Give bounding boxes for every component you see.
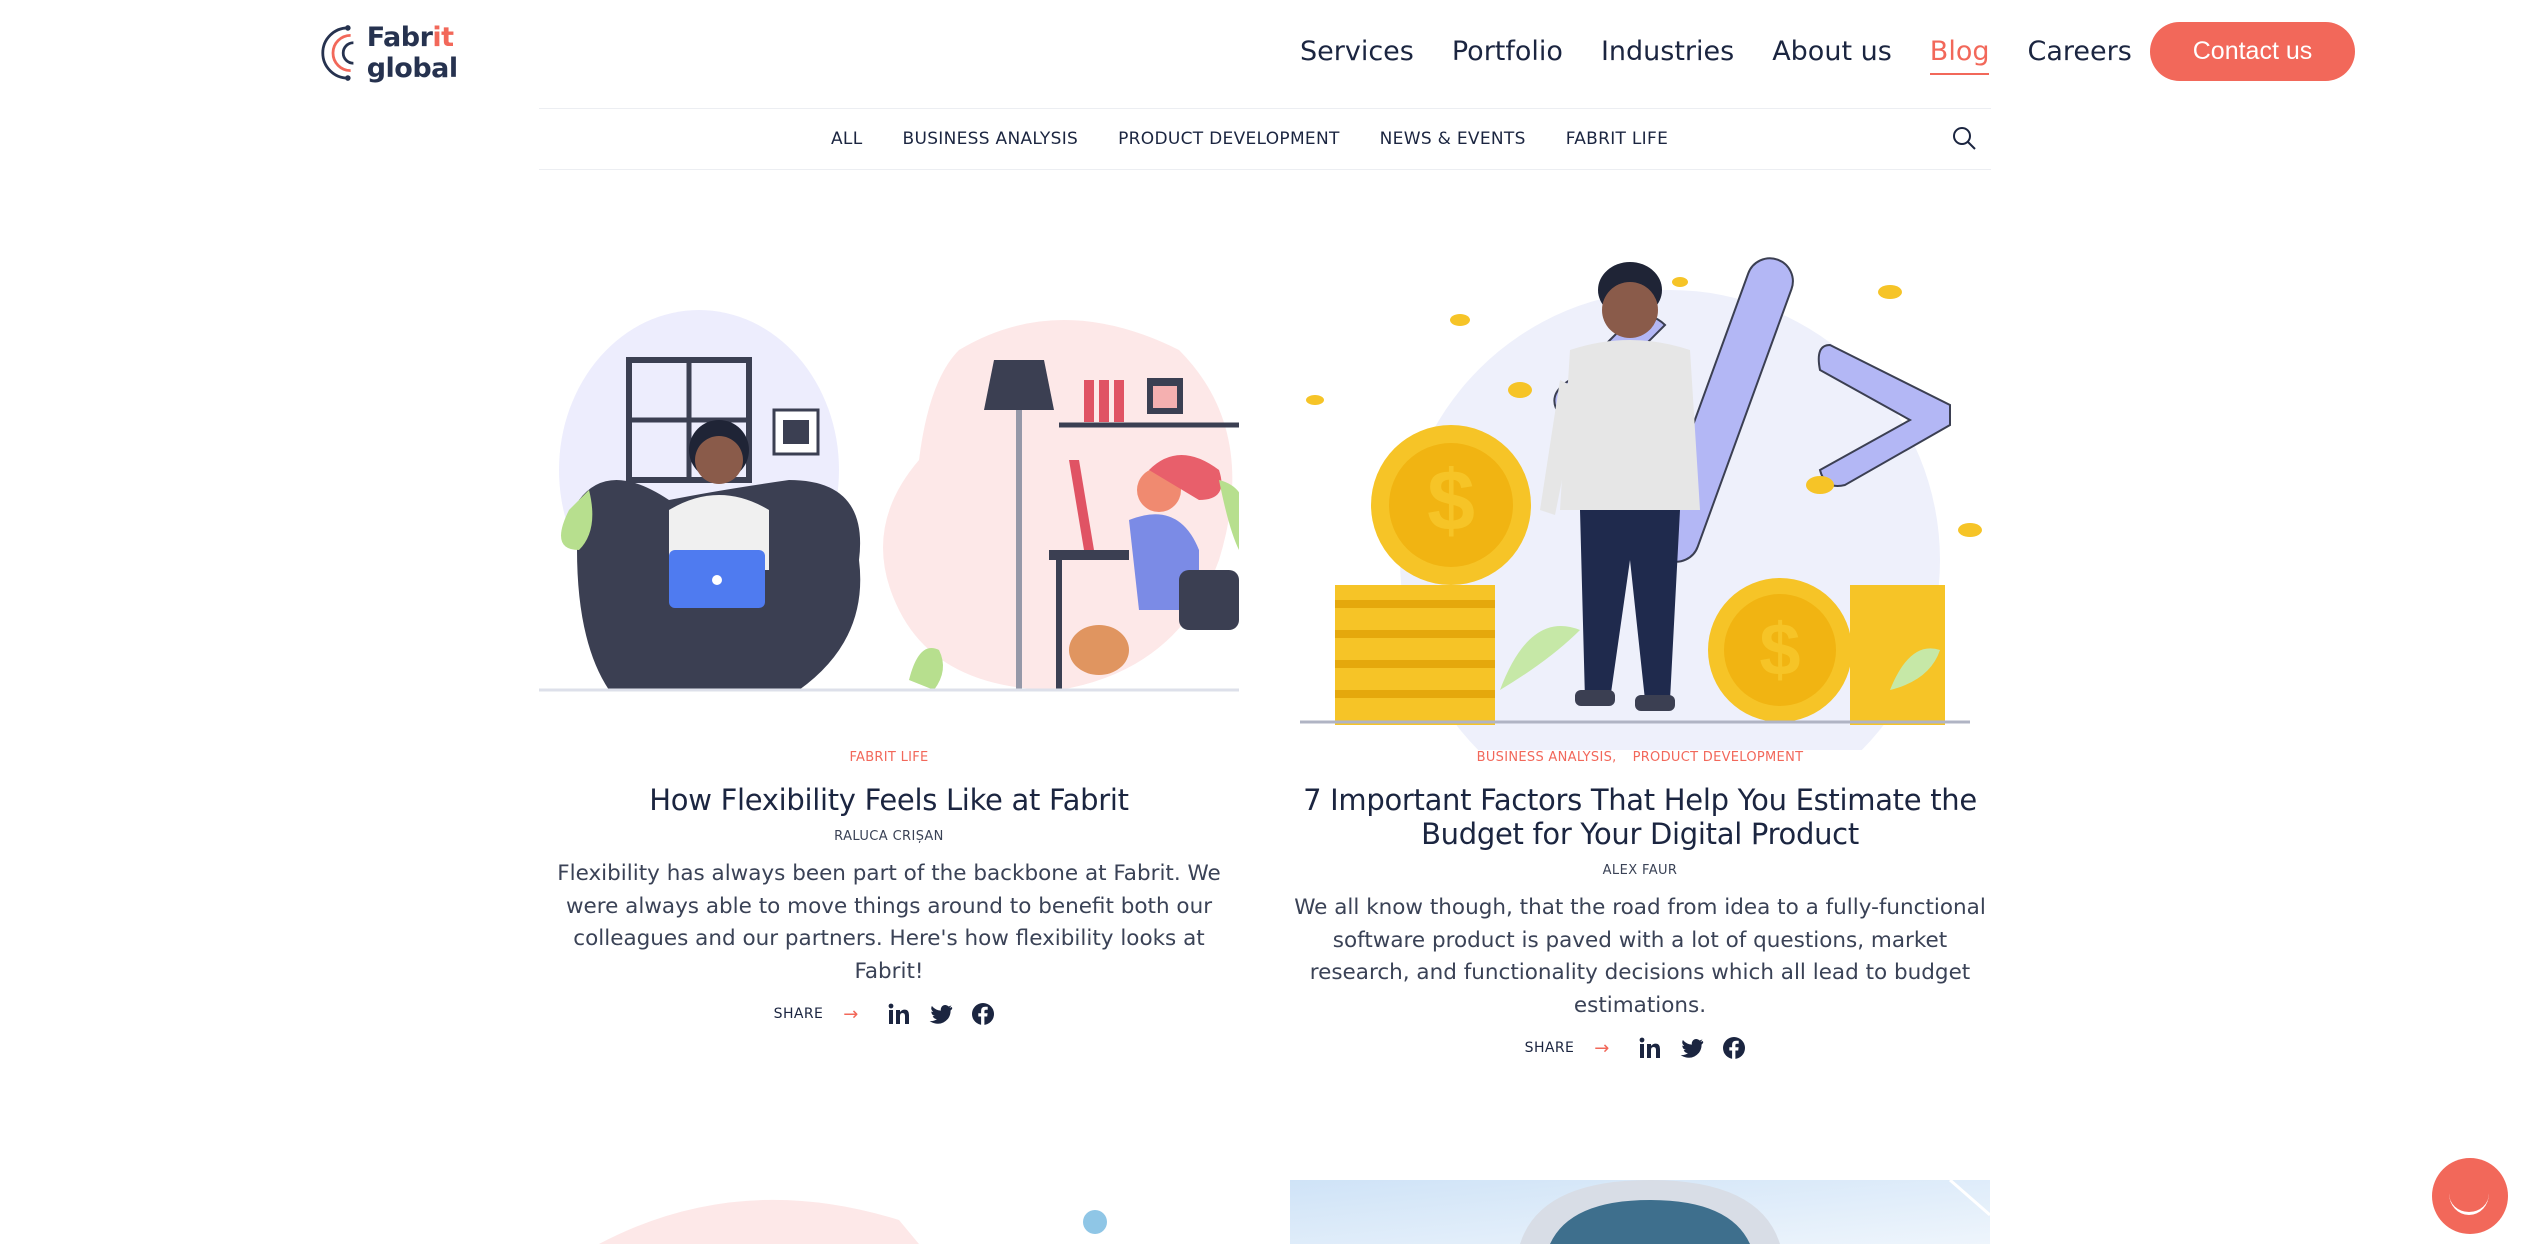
post-category-list: BUSINESS ANALYSIS, PRODUCT DEVELOPMENT	[1290, 750, 1990, 765]
category-all[interactable]: ALL	[831, 129, 862, 149]
arrow-right-icon: →	[843, 1003, 859, 1025]
share-label: SHARE	[1524, 1040, 1575, 1056]
post-title[interactable]: 7 Important Factors That Help You Estima…	[1290, 783, 1990, 851]
post-illustration[interactable]	[539, 230, 1246, 750]
category-product-development[interactable]: PRODUCT DEVELOPMENT	[1118, 129, 1340, 149]
category-business-analysis[interactable]: BUSINESS ANALYSIS	[902, 129, 1078, 149]
post-excerpt: We all know though, that the road from i…	[1294, 895, 1986, 1018]
nav-about-us[interactable]: About us	[1772, 36, 1892, 75]
svg-text:$: $	[1759, 608, 1800, 691]
twitter-icon[interactable]	[1680, 1036, 1704, 1060]
logo-text: Fabrit global	[366, 22, 458, 84]
blog-post-card: $ $ BUSINESS ANALYSIS, PRODUCT DEVELOPMEN…	[1290, 230, 1990, 1060]
share-label: SHARE	[773, 1006, 824, 1022]
post-category-tag[interactable]: BUSINESS ANALYSIS,	[1477, 750, 1617, 765]
post-category-tag[interactable]: PRODUCT DEVELOPMENT	[1633, 750, 1804, 765]
budget-estimation-illustration: $ $	[1300, 257, 1982, 830]
contact-us-button[interactable]: Contact us	[2150, 22, 2355, 81]
arrow-right-icon: →	[1594, 1037, 1610, 1059]
twitter-icon[interactable]	[929, 1002, 953, 1026]
next-post-image-left[interactable]	[539, 1180, 1239, 1244]
nav-services[interactable]: Services	[1300, 36, 1414, 75]
facebook-icon[interactable]	[971, 1002, 995, 1026]
share-row: SHARE →	[1290, 1036, 1990, 1060]
next-post-image-right[interactable]	[1290, 1180, 1990, 1244]
linkedin-icon[interactable]	[1638, 1036, 1662, 1060]
post-illustration[interactable]: $ $	[1290, 230, 1990, 830]
linkedin-icon[interactable]	[887, 1002, 911, 1026]
category-filter-bar: ALL BUSINESS ANALYSIS PRODUCT DEVELOPMEN…	[539, 108, 1991, 170]
post-title[interactable]: How Flexibility Feels Like at Fabrit	[539, 783, 1239, 817]
post-excerpt: Flexibility has always been part of the …	[557, 861, 1221, 984]
nav-careers[interactable]: Careers	[2027, 36, 2131, 75]
post-category-tag[interactable]: FABRIT LIFE	[849, 750, 928, 765]
blog-post-card: FABRIT LIFE How Flexibility Feels Like a…	[539, 230, 1246, 1026]
partial-building-photo	[1290, 1180, 1990, 1244]
logo-mark-icon	[321, 25, 354, 81]
partial-illustration	[599, 1199, 1107, 1244]
search-icon[interactable]	[1951, 125, 1977, 151]
category-fabrit-life[interactable]: FABRIT LIFE	[1566, 129, 1668, 149]
nav-blog[interactable]: Blog	[1929, 36, 1989, 75]
fabrit-logo[interactable]: Fabrit global	[320, 18, 540, 88]
nav-industries[interactable]: Industries	[1601, 36, 1734, 75]
svg-text:$: $	[1427, 453, 1475, 549]
remote-work-illustration	[539, 310, 1246, 692]
chat-widget-button[interactable]	[2432, 1158, 2508, 1234]
category-news-events[interactable]: NEWS & EVENTS	[1380, 129, 1526, 149]
share-row: SHARE →	[539, 1002, 1239, 1026]
post-category-list: FABRIT LIFE	[539, 750, 1239, 765]
main-nav: Services Portfolio Industries About us B…	[1300, 36, 2170, 75]
post-author: RALUCA CRIȘAN	[834, 829, 944, 844]
nav-portfolio[interactable]: Portfolio	[1452, 36, 1563, 75]
post-author: ALEX FAUR	[1602, 863, 1678, 878]
facebook-icon[interactable]	[1722, 1036, 1746, 1060]
